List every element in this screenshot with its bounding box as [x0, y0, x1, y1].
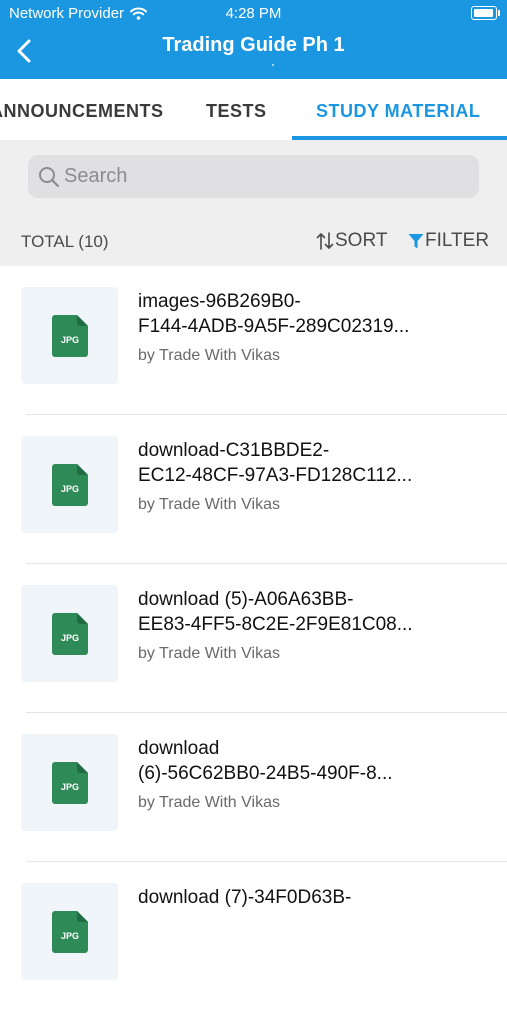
file-author: by Trade With Vikas [138, 347, 280, 364]
file-type-label: JPG [61, 931, 79, 941]
file-name-line-2: EC12-48CF-97A3-FD128C112... [138, 465, 413, 486]
file-type-label: JPG [61, 335, 79, 345]
file-thumbnail: JPG [21, 585, 118, 682]
page-title: Trading Guide Ph 1 [162, 34, 345, 56]
search-icon [39, 167, 60, 188]
tab-bar: ANNOUNCEMENTS TESTS STUDY MATERIAL [0, 79, 507, 140]
search-area: TOTAL (10) SORT FILTER [0, 140, 507, 266]
file-name: download (6)-56C62BB0-24B5-490F-8... [138, 736, 468, 786]
file-name-line-1: download (7)-34F0D63B- [138, 887, 352, 908]
status-time: 4:28 PM [225, 5, 282, 22]
list-item[interactable]: JPG download-C31BBDE2- EC12-48CF-97A3-FD… [0, 415, 507, 564]
file-name-line-1: download-C31BBDE2- [138, 440, 330, 461]
filter-icon [408, 233, 424, 248]
file-author: by Trade With Vikas [138, 496, 280, 513]
list-item[interactable]: JPG download (6)-56C62BB0-24B5-490F-8...… [0, 713, 507, 862]
battery-icon [471, 6, 500, 20]
tab-tests[interactable]: TESTS [206, 101, 267, 122]
file-name-line-2: (6)-56C62BB0-24B5-490F-8... [138, 763, 393, 784]
file-thumbnail: JPG [21, 436, 118, 533]
list-item[interactable]: JPG images-96B269B0- F144-4ADB-9A5F-289C… [0, 266, 507, 415]
sort-button[interactable]: SORT [316, 230, 387, 252]
file-author: by Trade With Vikas [138, 794, 280, 811]
tab-announcements[interactable]: ANNOUNCEMENTS [0, 101, 164, 122]
top-bar: Network Provider 4:28 PM Trading Guide P… [0, 0, 507, 79]
file-type-label: JPG [61, 782, 79, 792]
search-box[interactable] [28, 155, 479, 198]
file-name-line-2: F144-4ADB-9A5F-289C02319... [138, 316, 410, 337]
list-item[interactable]: JPG download (5)-A06A63BB- EE83-4FF5-8C2… [0, 564, 507, 713]
file-thumbnail: JPG [21, 883, 118, 980]
search-input[interactable] [64, 155, 464, 198]
filter-button[interactable]: FILTER [408, 230, 489, 252]
sort-icon [316, 232, 334, 250]
list-item[interactable]: JPG download (7)-34F0D63B- [0, 862, 507, 1011]
file-name-line-1: images-96B269B0- [138, 291, 301, 312]
jpg-file-icon: JPG [52, 762, 88, 804]
sort-label: SORT [335, 230, 388, 251]
jpg-file-icon: JPG [52, 464, 88, 506]
jpg-file-icon: JPG [52, 315, 88, 357]
total-count: TOTAL (10) [21, 232, 109, 251]
jpg-file-icon: JPG [52, 613, 88, 655]
tab-study-material[interactable]: STUDY MATERIAL [316, 101, 480, 122]
file-name: images-96B269B0- F144-4ADB-9A5F-289C0231… [138, 289, 468, 339]
file-name-line-2: EE83-4FF5-8C2E-2F9E81C08... [138, 614, 413, 635]
file-thumbnail: JPG [21, 734, 118, 831]
file-type-label: JPG [61, 484, 79, 494]
title-dot [272, 64, 274, 66]
file-name: download (7)-34F0D63B- [138, 885, 468, 910]
file-name: download-C31BBDE2- EC12-48CF-97A3-FD128C… [138, 438, 468, 488]
file-name-line-1: download [138, 738, 220, 759]
status-bar: Network Provider 4:28 PM [0, 0, 507, 28]
file-thumbnail: JPG [21, 287, 118, 384]
file-type-label: JPG [61, 633, 79, 643]
file-name-line-1: download (5)-A06A63BB- [138, 589, 354, 610]
file-author: by Trade With Vikas [138, 645, 280, 662]
filter-label: FILTER [425, 230, 490, 251]
jpg-file-icon: JPG [52, 911, 88, 953]
file-list: JPG images-96B269B0- F144-4ADB-9A5F-289C… [0, 266, 507, 1011]
file-name: download (5)-A06A63BB- EE83-4FF5-8C2E-2F… [138, 587, 468, 637]
